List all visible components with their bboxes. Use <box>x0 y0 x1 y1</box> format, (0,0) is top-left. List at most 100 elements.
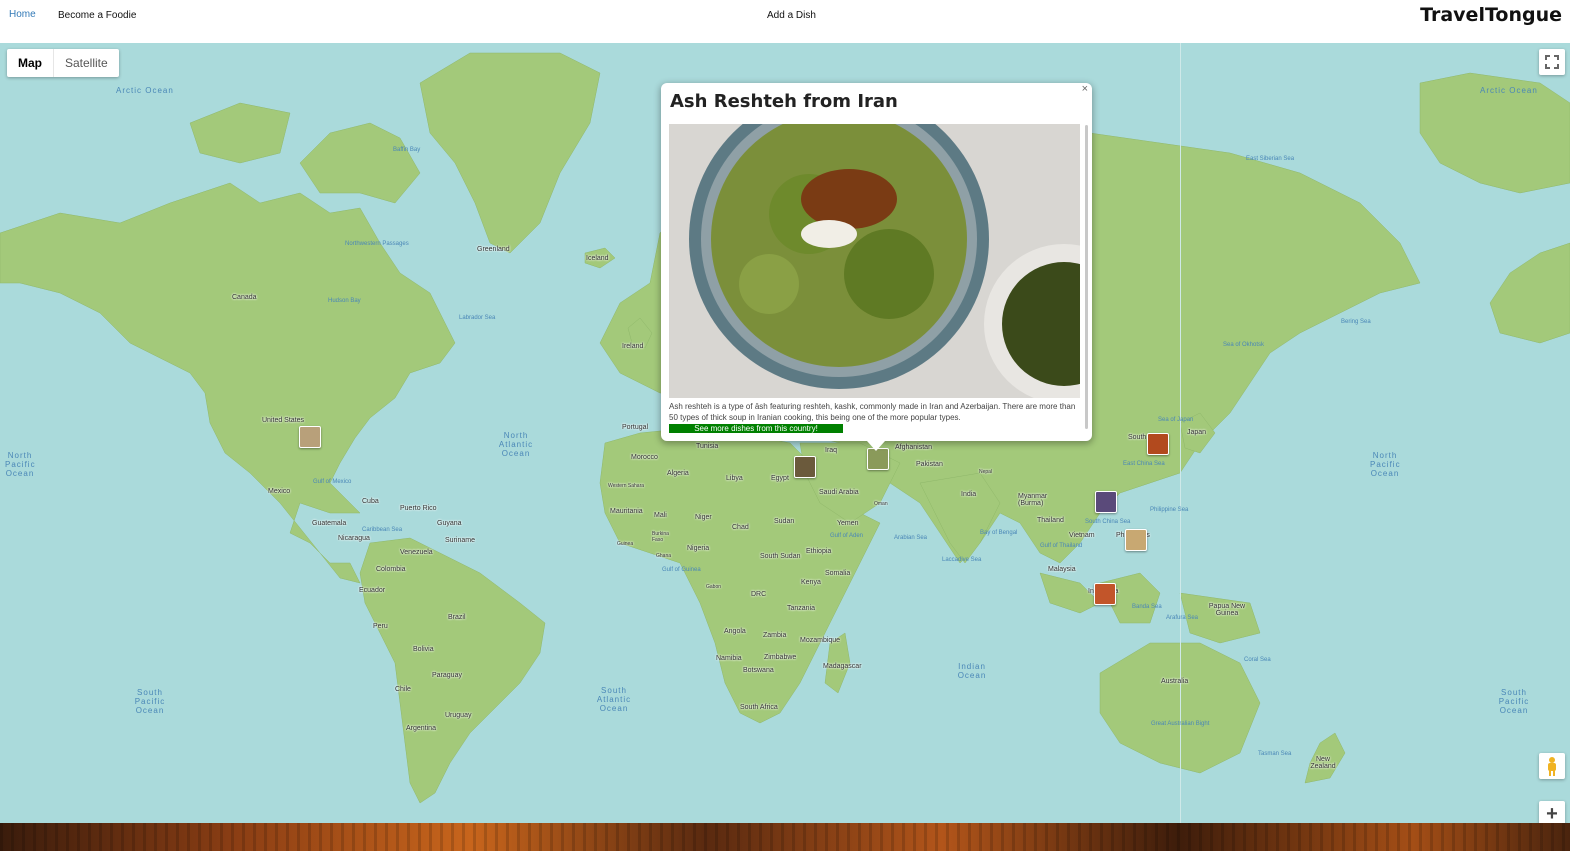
place-label: Madagascar <box>823 663 862 670</box>
ocean-label: South Pacific Ocean <box>134 688 166 715</box>
place-label: Cuba <box>362 498 379 505</box>
place-label: Ecuador <box>359 587 386 594</box>
place-label: Pakistan <box>916 461 943 468</box>
popup-scrollbar[interactable] <box>1085 125 1088 429</box>
place-label: Australia <box>1161 678 1189 685</box>
street-view-button[interactable] <box>1539 753 1565 779</box>
sea-label: East Siberian Sea <box>1246 156 1295 162</box>
ocean-label: North Pacific Ocean <box>5 451 36 478</box>
dish-marker-iran[interactable] <box>867 448 889 470</box>
sea-label: Gulf of Aden <box>830 533 864 539</box>
place-label: Papua New Guinea <box>1208 603 1246 617</box>
place-label: Sudan <box>774 518 795 525</box>
date-line <box>1180 43 1181 823</box>
place-label: Portugal <box>622 424 649 431</box>
place-label: Burkina Faso <box>652 531 669 543</box>
sea-label: Caribbean Sea <box>362 527 403 533</box>
place-label: Botswana <box>743 667 774 674</box>
place-label: Iceland <box>586 255 609 262</box>
place-label: Zimbabwe <box>764 654 797 661</box>
map-type-map-button[interactable]: Map <box>7 49 54 77</box>
place-label: New Zealand <box>1310 756 1336 770</box>
place-label: Gabon <box>706 584 722 590</box>
sea-label: Banda Sea <box>1132 604 1162 610</box>
dish-marker-korea[interactable] <box>1147 433 1169 455</box>
place-label: Tunisia <box>696 443 719 450</box>
close-icon[interactable]: × <box>1082 83 1088 95</box>
ocean-label: Arctic Ocean <box>1480 86 1538 95</box>
place-label: Egypt <box>771 475 789 482</box>
place-label: Tanzania <box>787 605 816 612</box>
pegman-icon <box>1548 757 1556 776</box>
place-label: South <box>1128 434 1147 441</box>
place-label: United States <box>262 417 305 424</box>
place-label: Puerto Rico <box>400 505 437 512</box>
sea-label: Bering Sea <box>1341 319 1371 325</box>
place-label: Guyana <box>437 520 462 527</box>
sea-label: East China Sea <box>1123 461 1165 467</box>
place-label: Oman <box>874 501 888 507</box>
dish-title: Ash Reshteh from Iran <box>670 91 898 112</box>
place-label: Nepal <box>979 469 993 475</box>
dish-marker-china[interactable] <box>1095 491 1117 513</box>
sea-label: Hudson Bay <box>328 298 361 304</box>
place-label: Niger <box>695 514 712 521</box>
place-label: Chile <box>395 686 411 693</box>
dish-marker-middle-east[interactable] <box>794 456 816 478</box>
brand-logo[interactable]: TravelTongue <box>1420 4 1562 26</box>
fullscreen-icon <box>1545 55 1559 69</box>
nav-add-dish-link[interactable]: Add a Dish <box>767 10 816 21</box>
ocean-label: South Pacific Ocean <box>1498 688 1530 715</box>
place-label: Paraguay <box>432 672 462 679</box>
dish-marker-philippines[interactable] <box>1125 529 1147 551</box>
see-more-dishes-link[interactable]: See more dishes from this country! <box>669 424 843 433</box>
place-label: Ghana <box>656 553 672 559</box>
sea-label: Sea of Japan <box>1158 417 1194 423</box>
sea-label: Bay of Bengal <box>980 530 1018 536</box>
place-label: Guinea <box>617 541 634 547</box>
place-label: Brazil <box>448 614 466 621</box>
place-label: Mauritania <box>610 508 643 515</box>
place-label: Myanmar (Burma) <box>1018 493 1048 507</box>
nav-become-foodie-link[interactable]: Become a Foodie <box>58 10 136 21</box>
fullscreen-button[interactable] <box>1539 49 1565 75</box>
sea-label: Tasman Sea <box>1258 751 1292 757</box>
ocean-label: South Atlantic Ocean <box>596 686 632 713</box>
dish-marker-usa[interactable] <box>299 426 321 448</box>
map-type-control: Map Satellite <box>7 49 119 77</box>
place-label: South Sudan <box>760 553 801 560</box>
place-label: Thailand <box>1037 517 1064 524</box>
sea-label: Arafura Sea <box>1166 615 1199 621</box>
place-label: Mozambique <box>800 637 841 644</box>
place-label: Nicaragua <box>338 535 370 542</box>
place-label: Kenya <box>801 579 821 586</box>
place-label: India <box>961 491 977 498</box>
place-label: Bolivia <box>413 646 434 653</box>
place-label: South Africa <box>740 704 778 711</box>
dish-image <box>669 124 1080 398</box>
dish-marker-indonesia[interactable] <box>1094 583 1116 605</box>
place-label: Guatemala <box>312 520 347 527</box>
sea-label: Arabian Sea <box>894 535 928 541</box>
place-label: Nigeria <box>687 545 710 552</box>
sea-label: Northwestern Passages <box>345 241 409 247</box>
sea-label: Great Australian Bight <box>1151 721 1210 727</box>
place-label: Peru <box>373 623 388 630</box>
place-label: Western Sahara <box>608 483 645 489</box>
place-label: Algeria <box>667 470 689 477</box>
sea-label: Gulf of Thailand <box>1040 543 1083 549</box>
ocean-label: Indian Ocean <box>957 662 987 680</box>
place-label: Zambia <box>763 632 787 639</box>
sea-label: Baffin Bay <box>393 147 421 153</box>
ocean-label: North Atlantic Ocean <box>498 431 534 458</box>
place-label: Japan <box>1187 429 1207 436</box>
sea-label: Gulf of Mexico <box>313 479 352 485</box>
dish-description: Ash reshteh is a type of āsh featuring r… <box>669 402 1076 422</box>
map-type-satellite-button[interactable]: Satellite <box>54 49 119 77</box>
place-label: Malaysia <box>1048 566 1076 573</box>
place-label: Angola <box>724 628 746 635</box>
place-label: Ireland <box>622 343 644 350</box>
nav-home-link[interactable]: Home <box>9 9 36 20</box>
zoom-in-button[interactable]: + <box>1539 801 1565 823</box>
place-label: Libya <box>726 475 743 482</box>
